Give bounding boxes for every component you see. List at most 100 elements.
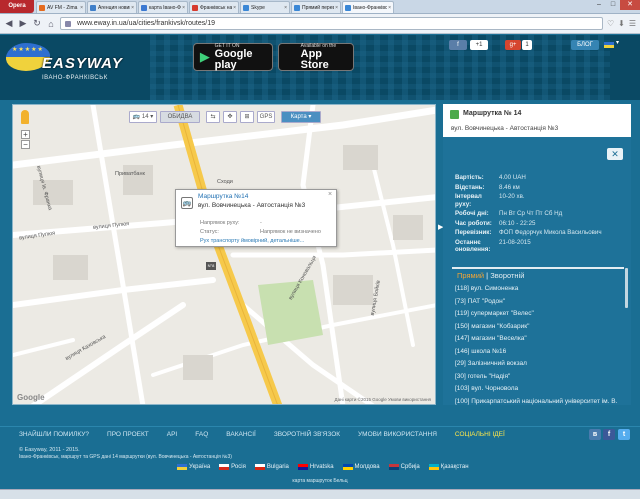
street-view-pegman-icon[interactable] <box>21 110 29 124</box>
google-plus-count: 1 <box>522 40 532 50</box>
center-route-icon[interactable]: ✥ <box>223 111 237 123</box>
footer-link[interactable]: СОЦІАЛЬНІ ІДЕЇ <box>455 431 505 438</box>
browser-tab[interactable]: Прямий перевізник× <box>291 1 341 13</box>
page-description: Івано-Франківськ, маршрут та GPS дані 14… <box>19 454 232 460</box>
extensions-icon[interactable]: ☰ <box>629 19 636 28</box>
country-link[interactable]: Україна <box>177 464 210 470</box>
route-map[interactable]: + − 🚌 14 ▾ ОБИДВА ⇆ ✥ ⊞ GPS Карта ▾ Прив… <box>12 104 436 405</box>
maximize-icon[interactable]: □ <box>606 0 620 10</box>
info-value: 21-08-2015 <box>499 238 531 246</box>
close-panel-icon[interactable]: ✕ <box>607 148 623 160</box>
footer-link[interactable]: УМОВИ ВИКОРИСТАННЯ <box>358 431 437 438</box>
country-label: Молдова <box>354 464 380 470</box>
easyway-logo[interactable]: ★★★★★ EASYWAY ІВАНО-ФРАНКІВСЬК <box>4 39 123 83</box>
facebook-share-button[interactable]: f <box>449 40 467 50</box>
tab-close-icon[interactable]: × <box>80 5 83 11</box>
country-link[interactable]: Hrvatska <box>297 464 334 470</box>
country-link[interactable]: Молдова <box>342 464 380 470</box>
info-row: Останнє оновлення: 21-08-2015 <box>455 239 625 254</box>
stop-item[interactable]: [150] магазин "Кобзарик" <box>455 323 625 330</box>
browser-tab[interactable]: карта Івано-Франківська× <box>138 1 188 13</box>
country-link[interactable]: Србија <box>388 464 420 470</box>
browser-tab[interactable]: Івано-Франківськ× <box>342 1 394 13</box>
tab-close-icon[interactable]: × <box>284 5 287 11</box>
map-canvas <box>13 105 435 404</box>
footer-map-link[interactable]: карта маршруток Бельц <box>0 478 640 484</box>
bookmark-icon[interactable]: ♡ <box>607 19 614 28</box>
tab-favicon-icon <box>243 4 249 11</box>
tab-close-icon[interactable]: × <box>131 5 134 11</box>
zoom-in-button[interactable]: + <box>21 130 30 139</box>
back-icon[interactable]: ◀ <box>4 18 14 29</box>
direction-back-tab[interactable]: Зворотній <box>490 271 524 280</box>
stop-item[interactable]: [119] супермаркет "Велес" <box>455 310 625 317</box>
app-store-button[interactable]: Available on the App Store <box>278 43 354 71</box>
tab-label: карта Івано-Франківська <box>149 4 181 11</box>
blog-button[interactable]: БЛОГ <box>571 40 599 50</box>
vk-icon[interactable]: в <box>589 429 601 440</box>
fullscreen-icon[interactable]: ⊞ <box>240 111 254 123</box>
download-icon[interactable]: ⬇ <box>618 19 625 28</box>
language-caret-icon[interactable]: ▾ <box>616 39 619 46</box>
twitter-icon[interactable]: t <box>618 429 630 440</box>
tab-close-icon[interactable]: × <box>233 5 236 11</box>
stop-item[interactable]: [30] готель "Надія" <box>455 373 625 380</box>
url-input[interactable]: www.eway.in.ua/ua/cities/frankivsk/route… <box>60 17 603 30</box>
popup-subtitle: вул. Вовчинецька - Автостанція №3 <box>198 202 306 209</box>
footer-link[interactable]: API <box>167 431 177 438</box>
stop-item[interactable]: [103] вул. Чорновола <box>455 385 625 392</box>
stop-item[interactable]: [147] магазин "Веселка" <box>455 335 625 342</box>
stop-item[interactable]: [118] вул. Симоненка <box>455 285 625 292</box>
browser-tab[interactable]: Агенция новин Сяйво× <box>87 1 137 13</box>
footer-link[interactable]: FAQ <box>195 431 208 438</box>
browser-tab[interactable]: Франківськ на Google× <box>189 1 239 13</box>
info-value: ФОП Федорчук Микола Васильович <box>499 229 602 236</box>
map-copyright[interactable]: Дані карти ©2015 Google Умови використан… <box>335 397 431 402</box>
stop-item[interactable]: [73] ПАТ "Родон" <box>455 298 625 305</box>
info-value: 4.00 UAH <box>499 174 526 181</box>
direction-both-button[interactable]: ОБИДВА <box>160 111 200 123</box>
logo-text: EASYWAY <box>42 55 123 72</box>
footer-link[interactable]: ЗНАЙШЛИ ПОМИЛКУ? <box>19 431 89 438</box>
minimize-icon[interactable]: – <box>592 0 606 10</box>
tab-close-icon[interactable]: × <box>388 5 391 11</box>
google-plus-button[interactable]: g+ <box>505 40 521 50</box>
stop-item[interactable]: [29] Залізничний вокзал <box>455 360 625 367</box>
country-link[interactable]: Bulgaria <box>254 464 289 470</box>
direction-forward-tab[interactable]: Прямий <box>457 271 484 280</box>
gps-button[interactable]: GPS <box>257 111 275 123</box>
zoom-out-button[interactable]: − <box>21 140 30 149</box>
stop-item[interactable]: [146] школа №16 <box>455 348 625 355</box>
facebook-icon[interactable]: f <box>603 429 615 440</box>
home-icon[interactable]: ⌂ <box>46 19 56 29</box>
country-link[interactable]: Росія <box>219 464 246 470</box>
info-row: Перевізник: ФОП Федорчук Микола Васильови… <box>455 229 625 237</box>
footer-link[interactable]: ВАКАНСІЇ <box>226 431 256 438</box>
popup-details-link[interactable]: Рух транспорту ймовірний, детальніше... <box>200 238 304 244</box>
close-window-icon[interactable]: ✕ <box>620 0 640 10</box>
info-value: 8.46 км <box>499 183 520 191</box>
google-play-button[interactable]: ▶ GET IT ON Google play <box>193 43 273 71</box>
country-label: Росія <box>231 464 246 470</box>
stops-list: [118] вул. Симоненка [73] ПАТ "Родон" [119… <box>455 285 625 405</box>
map-type-select[interactable]: Карта ▾ <box>281 111 321 123</box>
swap-direction-icon[interactable]: ⇆ <box>206 111 220 123</box>
stops-scrollbar[interactable] <box>625 268 628 308</box>
tab-close-icon[interactable]: × <box>335 5 338 11</box>
browser-tab[interactable]: Skype × <box>240 1 290 13</box>
country-link[interactable]: Қазақстан <box>428 464 469 470</box>
footer-link[interactable]: ЗВОРОТНІЙ ЗВ'ЯЗОК <box>274 431 340 438</box>
tab-close-icon[interactable]: × <box>182 5 185 11</box>
language-flag-icon[interactable] <box>604 42 614 48</box>
reload-icon[interactable]: ↻ <box>32 18 42 29</box>
stop-item[interactable]: [100] Прикарпатський національний універ… <box>455 398 625 406</box>
footer-link[interactable]: ПРО ПРОЕКТ <box>107 431 149 438</box>
bus-select[interactable]: 🚌 14 ▾ <box>129 111 157 123</box>
popup-close-icon[interactable]: × <box>328 191 332 198</box>
tab-favicon-icon <box>39 4 45 11</box>
window-controls: – □ ✕ <box>592 0 640 10</box>
browser-tab[interactable]: AV FM - Zima 84.8× <box>36 1 86 13</box>
opera-menu-button[interactable]: Opera <box>0 0 34 13</box>
country-flag-icon <box>219 464 230 470</box>
forward-icon[interactable]: ▶ <box>18 18 28 29</box>
